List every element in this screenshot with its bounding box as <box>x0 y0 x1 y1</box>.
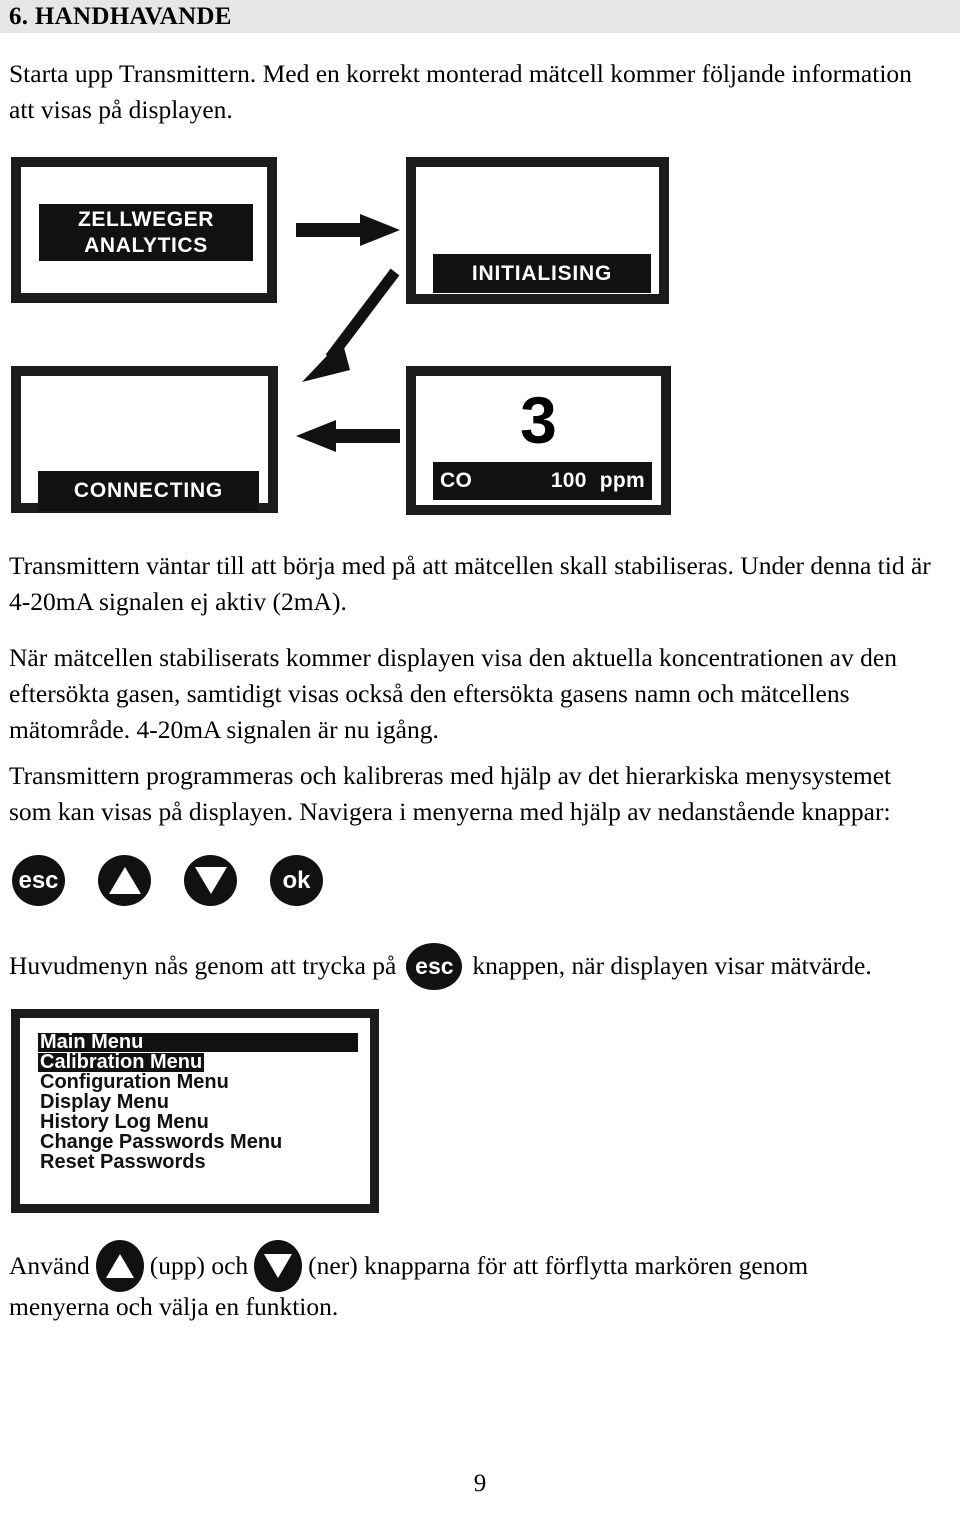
navigation-note: Använd (upp) och (ner) knapparna för att… <box>9 1240 939 1325</box>
menu-row: Main Menu <box>38 1032 366 1053</box>
menu-row: Calibration Menu <box>38 1052 366 1073</box>
menu-item-configuration-menu[interactable]: Configuration Menu <box>38 1072 231 1092</box>
waiting-paragraph: Transmittern väntar till att börja med p… <box>9 551 931 616</box>
lcd-screen-initialising: INITIALISING <box>416 167 659 294</box>
mainmenu-access-line: Huvudmenyn nås genom att trycka på esc k… <box>9 940 949 992</box>
up-key-inline-icon[interactable] <box>95 1240 144 1292</box>
menu-row: Display Menu <box>38 1092 366 1113</box>
mainmenu-access-text-before: Huvudmenyn nås genom att trycka på <box>9 951 397 980</box>
menu-item-history-log-menu[interactable]: History Log Menu <box>38 1112 211 1132</box>
arrow-left-icon <box>296 420 400 452</box>
lcd-panel-main-menu: Main Menu Calibration Menu Configuration… <box>11 1009 379 1213</box>
lcd-panel-connecting: CONNECTING <box>11 366 278 513</box>
splash-brand-bar: ZELLWEGER ANALYTICS <box>39 204 253 261</box>
mainmenu-access-text-after: knappen, när displayen visar mätvärde. <box>472 951 872 980</box>
menu-row: Configuration Menu <box>38 1072 366 1093</box>
triangle-down-icon <box>264 1254 293 1278</box>
lcd-screen-connecting: CONNECTING <box>21 376 268 511</box>
navigation-note-line-1: Använd (upp) och (ner) knapparna för att… <box>9 1240 939 1292</box>
navigation-note-line-2: menyerna och välja en funktion. <box>9 1292 339 1321</box>
up-key-icon[interactable] <box>98 855 151 906</box>
menu-row: History Log Menu <box>38 1112 366 1133</box>
page-number: 9 <box>473 1470 487 1497</box>
esc-key-inline-icon[interactable]: esc <box>406 942 463 990</box>
reading-range-value: 100 <box>550 469 587 492</box>
menu-item-display-menu[interactable]: Display Menu <box>38 1092 171 1112</box>
menu-row: Change Passwords Menu <box>38 1132 366 1153</box>
triangle-up-icon <box>105 1254 134 1278</box>
brand-line-1: ZELLWEGER <box>77 207 215 231</box>
lcd-screen-reading: 3 CO 100 ppm <box>416 376 661 505</box>
programming-paragraph: Transmittern programmeras och kalibreras… <box>9 761 892 826</box>
esc-key-icon[interactable]: esc <box>12 855 65 906</box>
down-key-inline-icon[interactable] <box>254 1240 303 1292</box>
initialising-status-bar: INITIALISING <box>433 254 651 293</box>
connecting-status-bar: CONNECTING <box>38 471 259 511</box>
stabilised-paragraph: När mätcellen stabiliserats kommer displ… <box>9 643 897 744</box>
menu-item-calibration-menu[interactable]: Calibration Menu <box>38 1052 205 1072</box>
lcd-panel-reading: 3 CO 100 ppm <box>406 366 671 515</box>
intro-paragraph: Starta upp Transmittern. Med en korrekt … <box>9 59 912 124</box>
arrow-right-icon <box>296 214 400 246</box>
reading-gas-name: CO <box>440 469 473 492</box>
navigation-note-up-label: (upp) och <box>149 1251 249 1280</box>
menu-row: Reset Passwords <box>38 1152 366 1173</box>
lcd-screen-main-menu: Main Menu Calibration Menu Configuration… <box>20 1018 370 1204</box>
triangle-down-icon <box>194 867 227 894</box>
reading-concentration-value: 3 <box>520 383 557 457</box>
ok-key-icon[interactable]: ok <box>270 855 323 906</box>
reading-info-bar: CO 100 ppm <box>433 462 652 500</box>
navigation-note-down-label: (ner) knapparna för att förflytta markör… <box>308 1251 809 1280</box>
reading-range-group: 100 ppm <box>551 469 645 493</box>
down-key-icon[interactable] <box>184 855 237 906</box>
navigation-note-text-1: Använd <box>9 1251 90 1280</box>
lcd-panel-initialising: INITIALISING <box>406 157 669 304</box>
reading-range-unit: ppm <box>599 469 645 492</box>
menu-item-main-menu[interactable]: Main Menu <box>38 1032 358 1052</box>
page-title: 6. HANDHAVANDE <box>9 3 232 30</box>
triangle-up-icon <box>108 867 141 894</box>
lcd-screen-splash: ZELLWEGER ANALYTICS <box>21 167 267 293</box>
brand-line-2: ANALYTICS <box>84 233 208 257</box>
menu-item-change-passwords-menu[interactable]: Change Passwords Menu <box>38 1132 284 1152</box>
lcd-panel-splash: ZELLWEGER ANALYTICS <box>11 157 277 303</box>
arrow-diagonal-down-left-icon <box>302 268 400 382</box>
menu-item-reset-passwords[interactable]: Reset Passwords <box>38 1152 208 1172</box>
